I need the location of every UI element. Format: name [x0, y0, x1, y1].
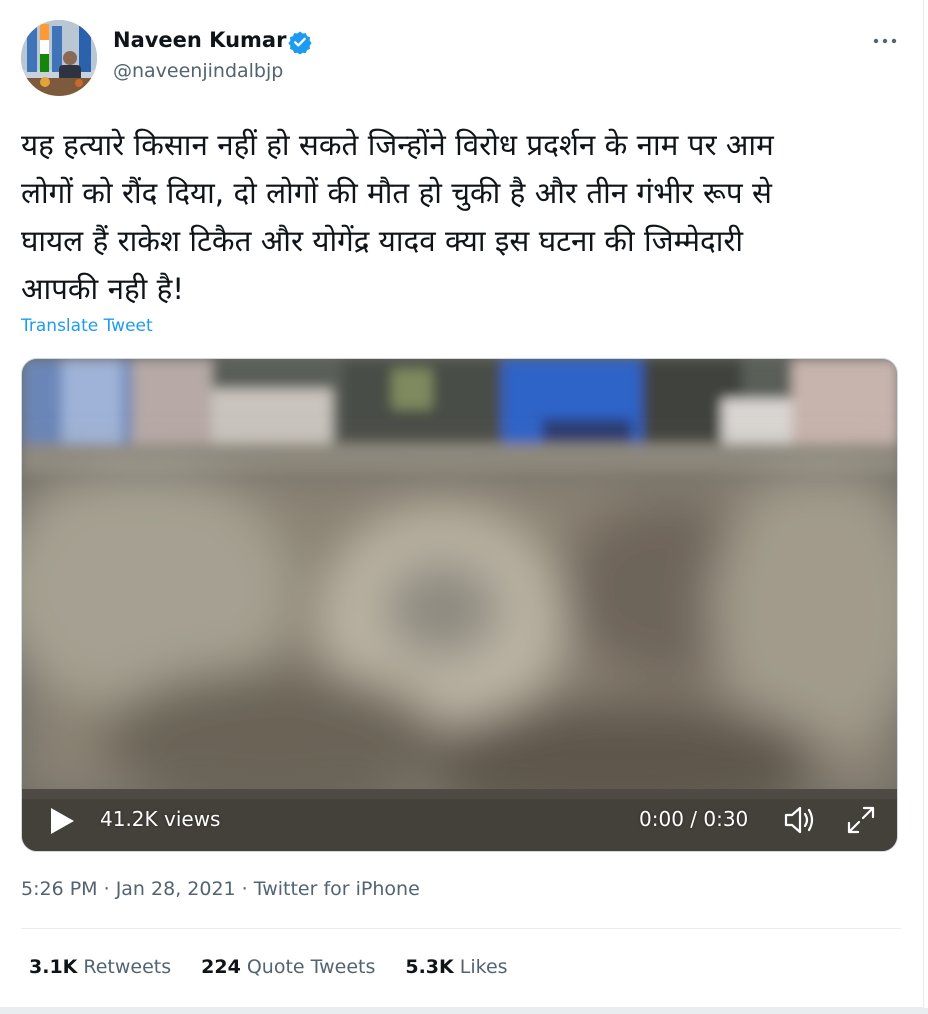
- fullscreen-icon[interactable]: [844, 803, 878, 837]
- video-frame: [22, 359, 897, 851]
- author-name[interactable]: Naveen Kumar: [113, 28, 286, 52]
- tweet-stats: 3.1K Retweets 224 Quote Tweets 5.3K Likes: [29, 956, 508, 978]
- quote-tweets-label: Quote Tweets: [246, 956, 376, 978]
- quote-tweets-count: 224: [201, 956, 241, 978]
- meta-separator: ·: [97, 878, 116, 900]
- tweet-date[interactable]: Jan 28, 2021: [116, 878, 236, 900]
- divider: [21, 928, 901, 929]
- more-options-icon[interactable]: [868, 26, 902, 56]
- retweets-count: 3.1K: [29, 956, 78, 978]
- author-handle[interactable]: @naveenjindalbjp: [113, 60, 283, 82]
- likes-count: 5.3K: [405, 956, 454, 978]
- likes-label: Likes: [459, 956, 508, 978]
- meta-separator: ·: [235, 878, 254, 900]
- video-views: 41.2K views: [100, 807, 221, 831]
- translate-tweet-link[interactable]: Translate Tweet: [21, 316, 153, 336]
- video-player[interactable]: 41.2K views 0:00 / 0:30: [21, 358, 898, 852]
- volume-icon[interactable]: [782, 803, 818, 837]
- tweet-meta: 5:26 PM · Jan 28, 2021 · Twitter for iPh…: [21, 878, 420, 900]
- page-bottom-strip: [0, 1008, 928, 1014]
- video-time: 0:00 / 0:30: [639, 807, 749, 831]
- verified-badge-icon: [288, 30, 312, 55]
- play-icon[interactable]: [48, 806, 76, 836]
- quote-tweets-stat[interactable]: 224 Quote Tweets: [201, 956, 375, 978]
- likes-stat[interactable]: 5.3K Likes: [405, 956, 507, 978]
- avatar[interactable]: [21, 20, 97, 96]
- video-controls: 41.2K views 0:00 / 0:30: [22, 789, 897, 851]
- tweet-source[interactable]: Twitter for iPhone: [254, 878, 420, 900]
- tweet-time[interactable]: 5:26 PM: [21, 878, 98, 900]
- retweets-label: Retweets: [83, 956, 172, 978]
- tweet-text: यह हत्यारे किसान नहीं हो सकते जिन्होंने …: [21, 128, 774, 306]
- retweets-stat[interactable]: 3.1K Retweets: [29, 956, 171, 978]
